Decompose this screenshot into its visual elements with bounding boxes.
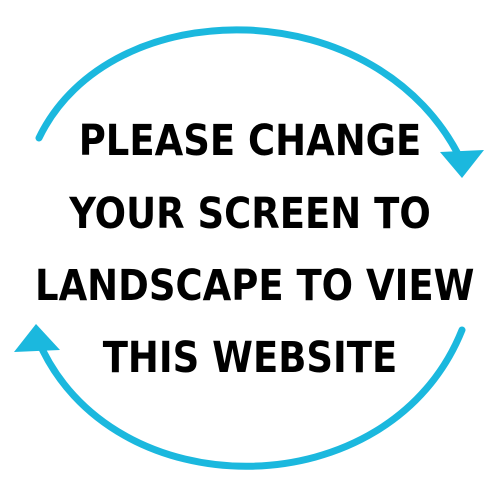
message-line-2: YOUR SCREEN TO <box>69 189 431 239</box>
rotate-screen-notice: PLEASE CHANGE YOUR SCREEN TO LANDSCAPE T… <box>0 0 500 500</box>
message-line-4: THIS WEBSITE <box>102 333 398 383</box>
message-line-1: PLEASE CHANGE <box>78 116 422 166</box>
message-line-3: LANDSCAPE TO VIEW <box>35 261 475 311</box>
rotate-message: PLEASE CHANGE YOUR SCREEN TO LANDSCAPE T… <box>0 0 500 500</box>
